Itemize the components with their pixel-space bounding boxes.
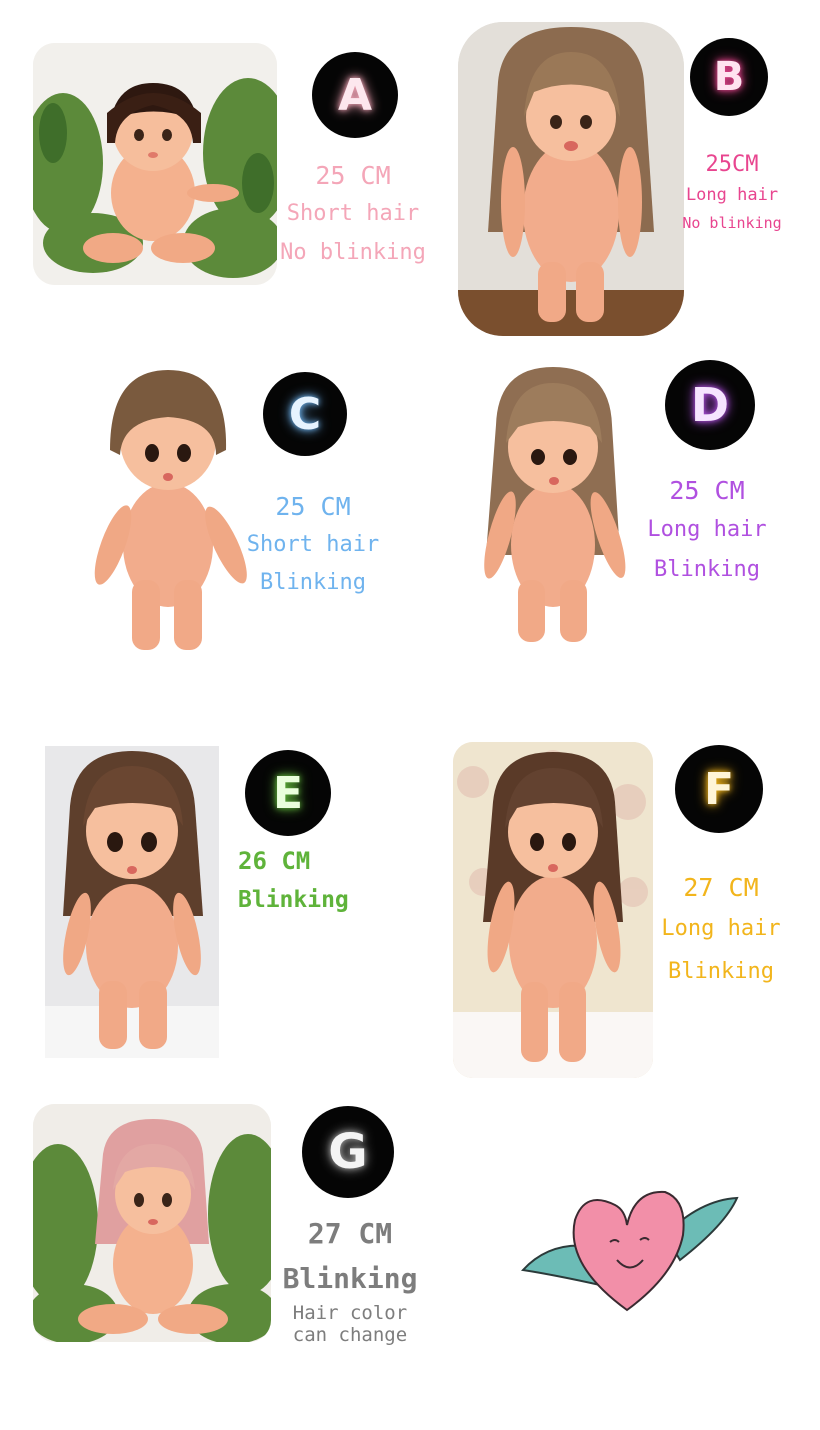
- doll-b-hair: Long hair: [685, 185, 779, 205]
- doll-d-size: 25 CM: [669, 476, 745, 505]
- doll-d-hair: Long hair: [647, 517, 767, 542]
- doll-e-specs: 26 CM Blinking: [238, 842, 364, 920]
- doll-a-photo: [33, 43, 277, 285]
- doll-e-size: 26 CM: [238, 847, 311, 875]
- doll-d-photo: [478, 365, 628, 647]
- doll-a-eyes: No blinking: [280, 240, 426, 265]
- badge-f-letter: F: [703, 763, 735, 815]
- doll-d-specs: 25 CM Long hair Blinking: [632, 472, 782, 590]
- doll-a-specs: 25 CM Short hair No blinking: [268, 158, 438, 272]
- badge-a: A: [312, 52, 398, 138]
- doll-a-hair: Short hair: [286, 201, 420, 226]
- doll-e-eyes: Blinking: [238, 887, 349, 913]
- doll-c-specs: 25 CM Short hair Blinking: [232, 488, 394, 602]
- doll-a-size: 25 CM: [315, 161, 391, 190]
- doll-d-eyes: Blinking: [654, 557, 760, 582]
- doll-b-size: 25CM: [705, 152, 759, 177]
- badge-e: E: [245, 750, 331, 836]
- badge-f: F: [675, 745, 763, 833]
- doll-b-photo: [458, 22, 684, 336]
- doll-g-note-1: Hair color: [292, 1302, 408, 1324]
- doll-g-specs: 27 CM Blinking Hair color can change: [272, 1212, 428, 1346]
- doll-g-eyes: Blinking: [282, 1262, 418, 1295]
- doll-f-photo: [453, 742, 653, 1078]
- badge-d-letter: D: [690, 378, 730, 432]
- badge-e-letter: E: [272, 767, 304, 819]
- doll-g-size: 27 CM: [307, 1217, 393, 1250]
- badge-c-letter: C: [288, 388, 322, 440]
- badge-a-letter: A: [337, 69, 373, 121]
- badge-b: B: [690, 38, 768, 116]
- doll-e-photo: [45, 746, 219, 1058]
- winged-heart-icon: [515, 1180, 740, 1315]
- doll-b-eyes: No blinking: [682, 214, 782, 232]
- doll-f-specs: 27 CM Long hair Blinking: [650, 868, 792, 994]
- doll-f-size: 27 CM: [683, 873, 759, 902]
- doll-c-eyes: Blinking: [260, 570, 366, 595]
- badge-g-letter: G: [328, 1124, 368, 1180]
- doll-f-hair: Long hair: [661, 916, 781, 941]
- doll-b-specs: 25CM Long hair No blinking: [676, 150, 788, 236]
- doll-c-photo: [88, 365, 250, 660]
- badge-c: C: [263, 372, 347, 456]
- badge-g: G: [302, 1106, 394, 1198]
- doll-g-note-2: can change: [292, 1324, 408, 1346]
- doll-c-size: 25 CM: [275, 492, 351, 521]
- doll-g-photo: [33, 1104, 271, 1342]
- badge-b-letter: B: [713, 54, 745, 100]
- doll-f-eyes: Blinking: [668, 959, 774, 984]
- doll-c-hair: Short hair: [246, 532, 380, 557]
- badge-d: D: [665, 360, 755, 450]
